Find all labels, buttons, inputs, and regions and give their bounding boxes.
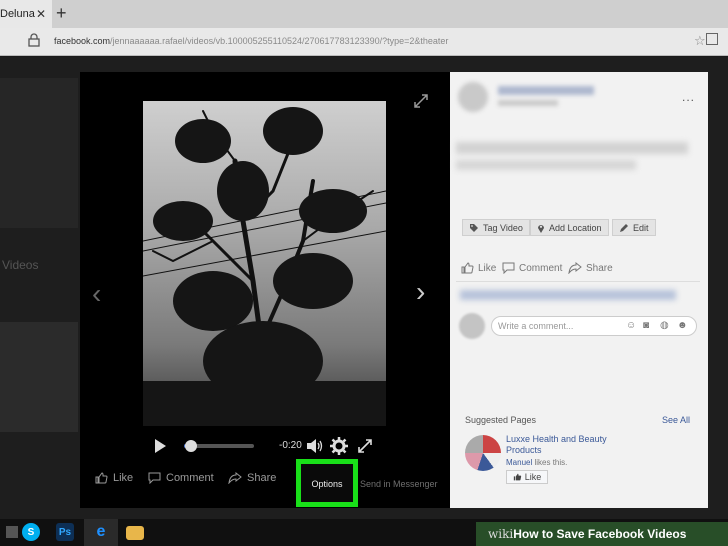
play-icon[interactable] xyxy=(155,439,166,453)
left-video-thumb xyxy=(0,322,78,432)
tag-video-button[interactable]: Tag Video xyxy=(462,219,530,236)
poster-name-blurred xyxy=(498,86,594,95)
friend-name[interactable]: Manuel xyxy=(506,458,532,467)
comment-icon xyxy=(148,472,161,484)
suggested-page-like-label: Like xyxy=(524,472,542,482)
wiki-logo-text: wiki xyxy=(488,527,514,541)
panel-share-button[interactable]: Share xyxy=(568,262,613,274)
add-location-label: Add Location xyxy=(549,222,602,233)
tab-title: Deluna xyxy=(0,8,35,20)
next-arrow-icon[interactable]: › xyxy=(416,276,425,308)
add-location-button[interactable]: Add Location xyxy=(530,219,609,236)
videos-section-label: Videos xyxy=(2,258,39,272)
options-button[interactable]: Options xyxy=(296,479,358,489)
previous-arrow-icon[interactable]: ‹ xyxy=(92,278,101,310)
thumbs-up-icon xyxy=(95,472,108,484)
sticker-icon[interactable]: ☻ xyxy=(677,320,688,331)
thumbs-up-icon xyxy=(461,262,474,274)
theater-share-button[interactable]: Share xyxy=(228,472,276,484)
tag-video-label: Tag Video xyxy=(483,222,523,233)
share-icon xyxy=(568,262,582,274)
video-content xyxy=(143,107,386,426)
see-all-link[interactable]: See All xyxy=(662,415,690,425)
comment-icon xyxy=(502,262,515,274)
poster-avatar[interactable] xyxy=(458,82,488,112)
edit-label: Edit xyxy=(633,222,649,233)
friend-suffix: likes this. xyxy=(532,458,568,467)
progress-knob[interactable] xyxy=(185,440,197,452)
edit-button[interactable]: Edit xyxy=(612,219,656,236)
panel-share-label: Share xyxy=(586,262,613,274)
windows-start-icon[interactable] xyxy=(6,526,18,538)
volume-icon[interactable] xyxy=(306,438,324,454)
suggested-page-name[interactable]: Luxxe Health and Beauty Products xyxy=(506,434,626,456)
suggested-page-like-button[interactable]: Like xyxy=(506,470,548,484)
theater-like-button[interactable]: Like xyxy=(95,472,133,484)
expand-icon[interactable] xyxy=(413,93,429,109)
url-host: facebook.com xyxy=(54,36,111,46)
video-frame[interactable] xyxy=(143,101,386,426)
panel-like-button[interactable]: Like xyxy=(461,262,496,274)
theater-like-label: Like xyxy=(113,472,134,484)
tab-close-icon[interactable]: ✕ xyxy=(36,7,46,21)
panel-like-label: Like xyxy=(478,262,497,274)
commenter-avatar xyxy=(459,313,485,339)
url-text[interactable]: facebook.com/jennaaaaaa.rafael/videos/vb… xyxy=(54,36,448,46)
post-date-blurred xyxy=(498,100,558,106)
location-pin-icon xyxy=(538,224,544,233)
suggested-page-friends: Manuel likes this. xyxy=(506,458,567,467)
camera-icon[interactable]: ◙ xyxy=(643,320,649,331)
comment-placeholder: Write a comment... xyxy=(498,321,574,331)
hub-icon[interactable] xyxy=(706,33,718,45)
post-text-blurred-2 xyxy=(456,160,636,170)
theater-comment-button[interactable]: Comment xyxy=(148,472,214,484)
post-text-blurred xyxy=(456,142,688,154)
suggested-page-thumbnail[interactable] xyxy=(465,435,501,471)
emoji-icon[interactable]: ☺ xyxy=(626,320,636,331)
thumbs-up-icon xyxy=(513,473,521,481)
share-icon xyxy=(228,472,242,484)
more-options-icon[interactable]: ... xyxy=(682,90,695,104)
edge-browser-icon[interactable]: e xyxy=(92,523,110,541)
theater-comment-label: Comment xyxy=(166,472,214,484)
time-remaining: -0:20 xyxy=(279,440,302,451)
skype-icon[interactable]: S xyxy=(22,523,40,541)
panel-divider xyxy=(456,281,700,282)
reactions-blurred xyxy=(460,290,676,300)
panel-comment-label: Comment xyxy=(519,262,563,274)
left-profile-card xyxy=(0,78,78,228)
wikihow-watermark: wikiHow to Save Facebook Videos xyxy=(476,522,728,546)
send-in-messenger-link[interactable]: Send in Messenger xyxy=(360,479,438,489)
suggested-pages-heading: Suggested Pages xyxy=(465,415,537,425)
watermark-title: How to Save Facebook Videos xyxy=(513,527,687,541)
fullscreen-icon[interactable] xyxy=(357,438,373,454)
panel-comment-button[interactable]: Comment xyxy=(502,262,562,274)
tag-icon xyxy=(470,223,478,232)
photoshop-icon[interactable]: Ps xyxy=(56,523,74,541)
file-explorer-icon[interactable] xyxy=(126,526,144,540)
tab-bar xyxy=(0,0,728,28)
pencil-icon xyxy=(620,223,628,232)
star-icon[interactable]: ☆ xyxy=(694,33,706,49)
gear-icon[interactable] xyxy=(330,437,348,455)
new-tab-button[interactable]: + xyxy=(56,3,67,24)
gif-icon[interactable]: ◍ xyxy=(660,320,669,331)
lock-icon xyxy=(28,33,40,47)
url-path: /jennaaaaaa.rafael/videos/vb.10000525511… xyxy=(110,36,449,46)
theater-share-label: Share xyxy=(247,472,277,484)
